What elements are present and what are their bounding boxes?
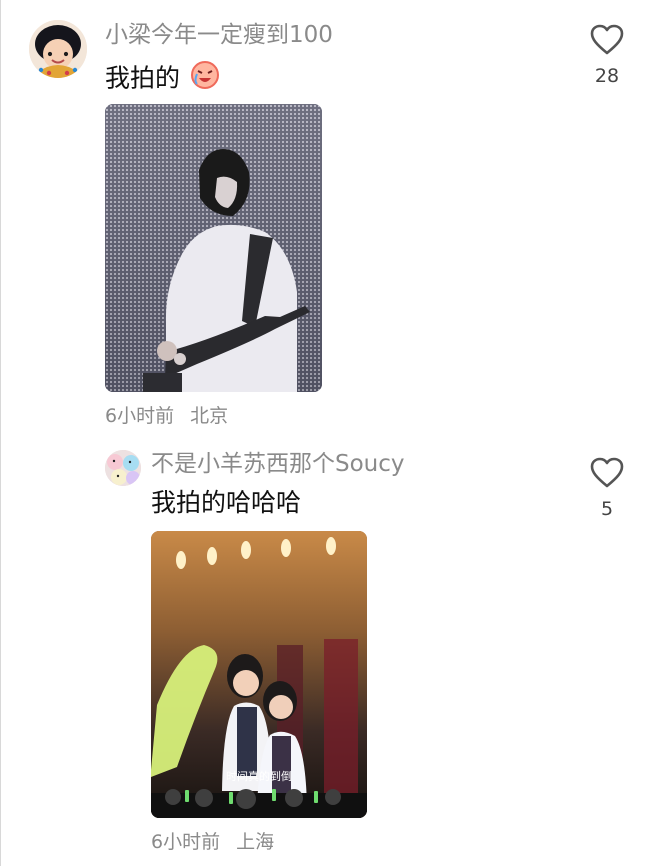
comment-meta: 6小时前 上海: [151, 830, 274, 854]
comment-text-content: 我拍的: [105, 63, 181, 93]
reply-item: 不是小羊苏西那个Soucy 我拍的哈哈哈 时间真的到倒 6小时前 上海 5: [1, 440, 650, 866]
user-avatar[interactable]: [105, 450, 141, 486]
comment-meta: 6小时前 北京: [105, 404, 228, 428]
like-button[interactable]: 28: [585, 24, 629, 87]
comment-time: 6小时前: [151, 831, 221, 853]
comment-list: 小梁今年一定瘦到100 我拍的 6小时前 北京 28 不是小羊苏西那个Soucy…: [0, 0, 650, 866]
comment-location: 上海: [236, 831, 275, 853]
comment-text: 我拍的哈哈哈: [151, 488, 302, 517]
comment-photo[interactable]: 时间真的到倒: [151, 531, 367, 818]
comment-item: 小梁今年一定瘦到100 我拍的 6小时前 北京 28: [1, 0, 650, 440]
concert-stage-photo-icon: 时间真的到倒: [151, 531, 367, 818]
concert-bassist-photo-icon: [105, 104, 322, 392]
comment-text: 我拍的: [105, 60, 220, 99]
comment-photo[interactable]: [105, 104, 322, 392]
crying-laughing-emoji-icon: [190, 60, 220, 99]
username[interactable]: 不是小羊苏西那个Soucy: [151, 449, 405, 479]
like-count: 28: [594, 65, 620, 87]
plush-toys-avatar-icon: [105, 450, 141, 486]
like-count: 5: [600, 498, 614, 520]
comment-location: 北京: [190, 405, 229, 427]
like-button[interactable]: 5: [585, 457, 629, 520]
heart-icon: [590, 24, 624, 55]
username[interactable]: 小梁今年一定瘦到100: [105, 20, 333, 50]
photo-caption: 时间真的到倒: [226, 769, 292, 783]
comment-time: 6小时前: [105, 405, 175, 427]
cartoon-girl-avatar-icon: [29, 20, 87, 78]
user-avatar[interactable]: [29, 20, 87, 78]
heart-icon: [590, 457, 624, 488]
